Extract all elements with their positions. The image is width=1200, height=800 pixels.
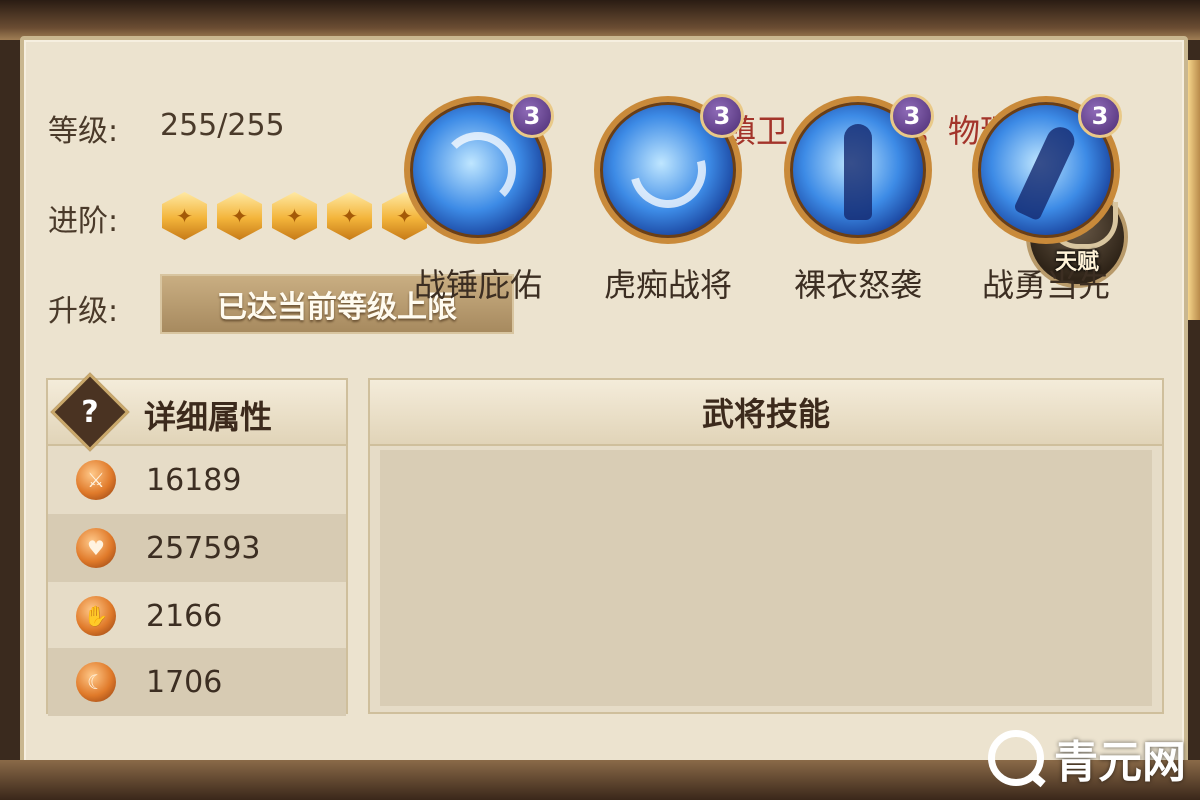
advance-star-icon: ✦ [162, 192, 207, 240]
attributes-panel: ? 详细属性 ⚔ 16189 ♥ 257593 ✋ 2166 ☾ 1706 [46, 372, 348, 716]
watermark-text: 青元网 [1054, 737, 1186, 788]
attributes-header: ? 详细属性 [48, 372, 346, 452]
advance-star-icon: ✦ [217, 192, 262, 240]
skill-name: 裸衣怒袭 [793, 266, 922, 304]
attributes-title: 详细属性 [144, 398, 273, 436]
skill-slot-1[interactable]: 3 战锤庇佑 [398, 94, 558, 324]
attribute-row: ♥ 257593 [48, 514, 346, 582]
skills-title: 武将技能 [370, 380, 1162, 446]
skill-level-badge: 3 [510, 94, 554, 138]
help-icon[interactable]: ? [62, 384, 118, 440]
skill-level-badge: 3 [890, 94, 934, 138]
heart-icon: ♥ [76, 528, 116, 568]
skill-name: 战锤庇佑 [413, 266, 542, 304]
skills-area [380, 450, 1152, 706]
skill-name: 虎痴战将 [603, 266, 732, 304]
level-label: 等级: [48, 114, 119, 149]
attack-icon: ⚔ [76, 460, 116, 500]
defense-icon: ✋ [76, 596, 116, 636]
top-frame [0, 0, 1200, 40]
skill-name: 战勇当先 [981, 266, 1110, 304]
advance-star-icon: ✦ [272, 192, 317, 240]
watermark-logo-icon [988, 730, 1044, 786]
skill-level-badge: 3 [1078, 94, 1122, 138]
attribute-row: ✋ 2166 [48, 582, 346, 650]
advance-star-icon: ✦ [327, 192, 372, 240]
attribute-value: 1706 [146, 664, 223, 700]
attribute-row: ⚔ 16189 [48, 446, 346, 514]
skills-panel: 武将技能 [368, 378, 1164, 714]
watermark: 青元网 [988, 726, 1186, 790]
speed-icon: ☾ [76, 662, 116, 702]
skill-level-badge: 3 [700, 94, 744, 138]
upgrade-label: 升级: [48, 294, 119, 329]
advance-label: 进阶: [48, 204, 119, 239]
attribute-value: 257593 [146, 530, 261, 566]
skill-slot-3[interactable]: 3 裸衣怒袭 [778, 94, 938, 324]
attribute-value: 2166 [146, 598, 223, 634]
skill-slot-4[interactable]: 3 战勇当先 [966, 94, 1126, 324]
attribute-value: 16189 [146, 462, 242, 498]
attribute-row: ☾ 1706 [48, 648, 346, 716]
level-value: 255/255 [160, 108, 285, 143]
skill-slot-2[interactable]: 3 虎痴战将 [588, 94, 748, 324]
